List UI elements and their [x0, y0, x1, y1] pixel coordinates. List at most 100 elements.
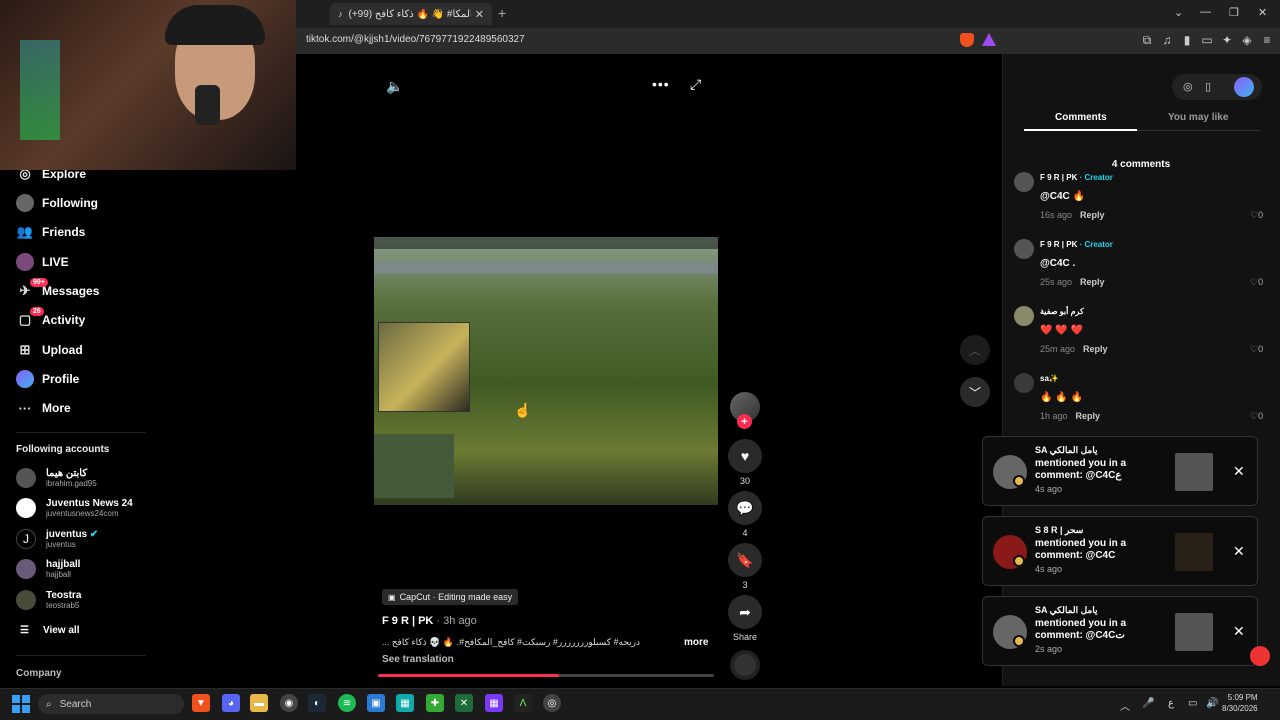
commenter-avatar[interactable]: [1014, 306, 1034, 326]
user-avatar[interactable]: [1234, 77, 1254, 97]
commenter-avatar[interactable]: [1014, 172, 1034, 192]
media-icon[interactable]: ♫: [1160, 33, 1174, 47]
following-account[interactable]: Juventus News 24 juventusnews24com: [16, 495, 133, 521]
sidebar-item-friends[interactable]: 👥 Friends: [16, 221, 85, 243]
microphone-icon[interactable]: 🎤: [1142, 698, 1154, 709]
sidebar-item-profile[interactable]: Profile: [16, 368, 79, 390]
discord-taskbar-icon[interactable]: ◕: [222, 694, 240, 712]
sidebar-item-upload[interactable]: ⊞ Upload: [16, 339, 83, 361]
reply-button[interactable]: Reply: [1080, 277, 1105, 287]
verified-icon: ✔: [89, 529, 99, 540]
network-icon[interactable]: ▭: [1188, 698, 1197, 709]
commenter-name[interactable]: F 9 R | PK · Creator: [1040, 240, 1113, 249]
wallet-icon[interactable]: ▭: [1200, 33, 1214, 47]
brave-taskbar-icon[interactable]: ▼: [192, 694, 210, 712]
save-button[interactable]: 🔖: [728, 543, 762, 577]
view-all-link[interactable]: ☰ View all: [20, 625, 79, 636]
more-options-icon[interactable]: •••: [652, 76, 670, 92]
tab-search-icon[interactable]: ⌄: [1174, 6, 1183, 19]
excel-taskbar-icon[interactable]: ✕: [455, 694, 473, 712]
menu-icon[interactable]: ≡: [1260, 33, 1274, 47]
restore-icon[interactable]: ❐: [1229, 6, 1239, 19]
like-button[interactable]: ♥: [728, 439, 762, 473]
sidebar-divider: [16, 655, 146, 656]
commenter-name[interactable]: كرم أبو صفية: [1040, 307, 1084, 316]
taskbar-clock[interactable]: 5:09 PM 8/30/2026: [1222, 692, 1258, 714]
sidebar-item-messages[interactable]: ✈ 99+ Messages: [16, 278, 99, 302]
sidebar-item-live[interactable]: LIVE: [16, 251, 69, 273]
brave-rewards-icon[interactable]: [982, 33, 996, 46]
steam-taskbar-icon[interactable]: ◐: [308, 694, 326, 712]
comment-like-button[interactable]: ♡0: [1250, 210, 1263, 221]
spotify-taskbar-icon[interactable]: ≋: [338, 694, 356, 712]
obs-taskbar-icon[interactable]: ◎: [543, 694, 561, 712]
see-translation-link[interactable]: See translation: [382, 654, 454, 665]
input-language[interactable]: ع: [1168, 698, 1174, 709]
volume-icon[interactable]: 🔈: [386, 78, 403, 95]
comment-like-button[interactable]: ♡0: [1250, 277, 1263, 288]
app-taskbar-icon[interactable]: ▣: [367, 694, 385, 712]
company-link[interactable]: Company: [16, 668, 62, 679]
app-taskbar-icon[interactable]: ▦: [485, 694, 503, 712]
phone-icon[interactable]: ▯: [1205, 80, 1211, 93]
music-disc-icon[interactable]: [730, 650, 760, 680]
leo-ai-icon[interactable]: ✦: [1220, 33, 1234, 47]
follow-plus-icon[interactable]: +: [737, 414, 752, 429]
share-button[interactable]: ➦: [728, 595, 762, 629]
extensions-icon[interactable]: ⧉: [1140, 33, 1154, 48]
windows-start-button[interactable]: [12, 695, 30, 713]
volume-tray-icon[interactable]: 🔊: [1206, 698, 1218, 709]
comment-meta: 16s ago Reply: [1040, 210, 1105, 220]
file-explorer-icon[interactable]: ▬: [250, 694, 268, 712]
reply-button[interactable]: Reply: [1076, 411, 1101, 421]
tab-you-may-like[interactable]: You may like: [1168, 112, 1228, 123]
live-indicator-icon[interactable]: [1250, 646, 1270, 666]
sidebar-item-more[interactable]: ··· More: [16, 397, 71, 419]
app-taskbar-icon[interactable]: Λ: [514, 694, 532, 712]
sidebar-icon[interactable]: ▮: [1180, 33, 1194, 47]
next-video-button[interactable]: ﹀: [960, 377, 990, 407]
app-taskbar-icon[interactable]: ✚: [426, 694, 444, 712]
capcut-tag[interactable]: ▣ CapCut · Editing made easy: [382, 589, 519, 605]
tab-close-icon[interactable]: ✕: [475, 8, 484, 21]
comment-button[interactable]: 💬: [728, 491, 762, 525]
chrome-taskbar-icon[interactable]: ◉: [280, 694, 298, 712]
tab-comments[interactable]: Comments: [1055, 112, 1107, 123]
reply-button[interactable]: Reply: [1080, 210, 1105, 220]
commenter-name[interactable]: sa✨: [1040, 374, 1059, 383]
vpn-icon[interactable]: ◈: [1240, 33, 1254, 47]
following-account[interactable]: Jjuventus ✔ juventus: [16, 526, 98, 552]
compass-icon[interactable]: ◎: [1183, 80, 1193, 93]
commenter-name[interactable]: F 9 R | PK · Creator: [1040, 173, 1113, 182]
calculator-taskbar-icon[interactable]: ▦: [396, 694, 414, 712]
mention-notification[interactable]: S 8 R | سحر mentioned you in a comment: …: [982, 516, 1258, 586]
following-account[interactable]: Teostra teostrab5: [16, 587, 81, 613]
previous-video-button[interactable]: ︿: [960, 335, 990, 365]
minimize-icon[interactable]: —: [1200, 6, 1211, 18]
comment-like-button[interactable]: ♡0: [1250, 344, 1263, 355]
comment-like-button[interactable]: ♡0: [1250, 411, 1263, 422]
close-window-icon[interactable]: ✕: [1258, 6, 1267, 19]
video-author[interactable]: F 9 R | PK · 3h ago: [382, 615, 477, 627]
reply-button[interactable]: Reply: [1083, 344, 1108, 354]
mention-notification[interactable]: SA يامل المالكي mentioned you in a comme…: [982, 596, 1258, 666]
following-account[interactable]: hajjball hajjball: [16, 556, 80, 582]
mention-notification[interactable]: SA يامل المالكي mentioned you in a comme…: [982, 436, 1258, 506]
close-icon[interactable]: ✕: [1233, 463, 1245, 480]
caption-more-link[interactable]: more: [684, 637, 708, 648]
fullscreen-icon[interactable]: ⤢: [690, 76, 701, 93]
following-account[interactable]: كابتن هيما ibrahim.gad95: [16, 465, 97, 491]
sidebar-item-activity[interactable]: ▢ 26 Activity: [16, 307, 85, 331]
sidebar-item-following[interactable]: Following: [16, 192, 98, 214]
browser-tab[interactable]: ♪ كافح المكا# 👋 🔥 ذكاء كافح (99+) ✕: [330, 3, 492, 25]
close-icon[interactable]: ✕: [1233, 543, 1245, 560]
avatar: [16, 468, 36, 488]
new-tab-icon[interactable]: +: [498, 5, 506, 21]
url-field[interactable]: tiktok.com/@kjjsh1/video/767977192248956…: [306, 34, 525, 45]
show-hidden-icons-icon[interactable]: ︿: [1120, 698, 1130, 713]
taskbar-search[interactable]: ⌕ Search: [38, 694, 184, 714]
brave-shields-icon[interactable]: [960, 33, 974, 47]
commenter-avatar[interactable]: [1014, 239, 1034, 259]
close-icon[interactable]: ✕: [1233, 623, 1245, 640]
commenter-avatar[interactable]: [1014, 373, 1034, 393]
